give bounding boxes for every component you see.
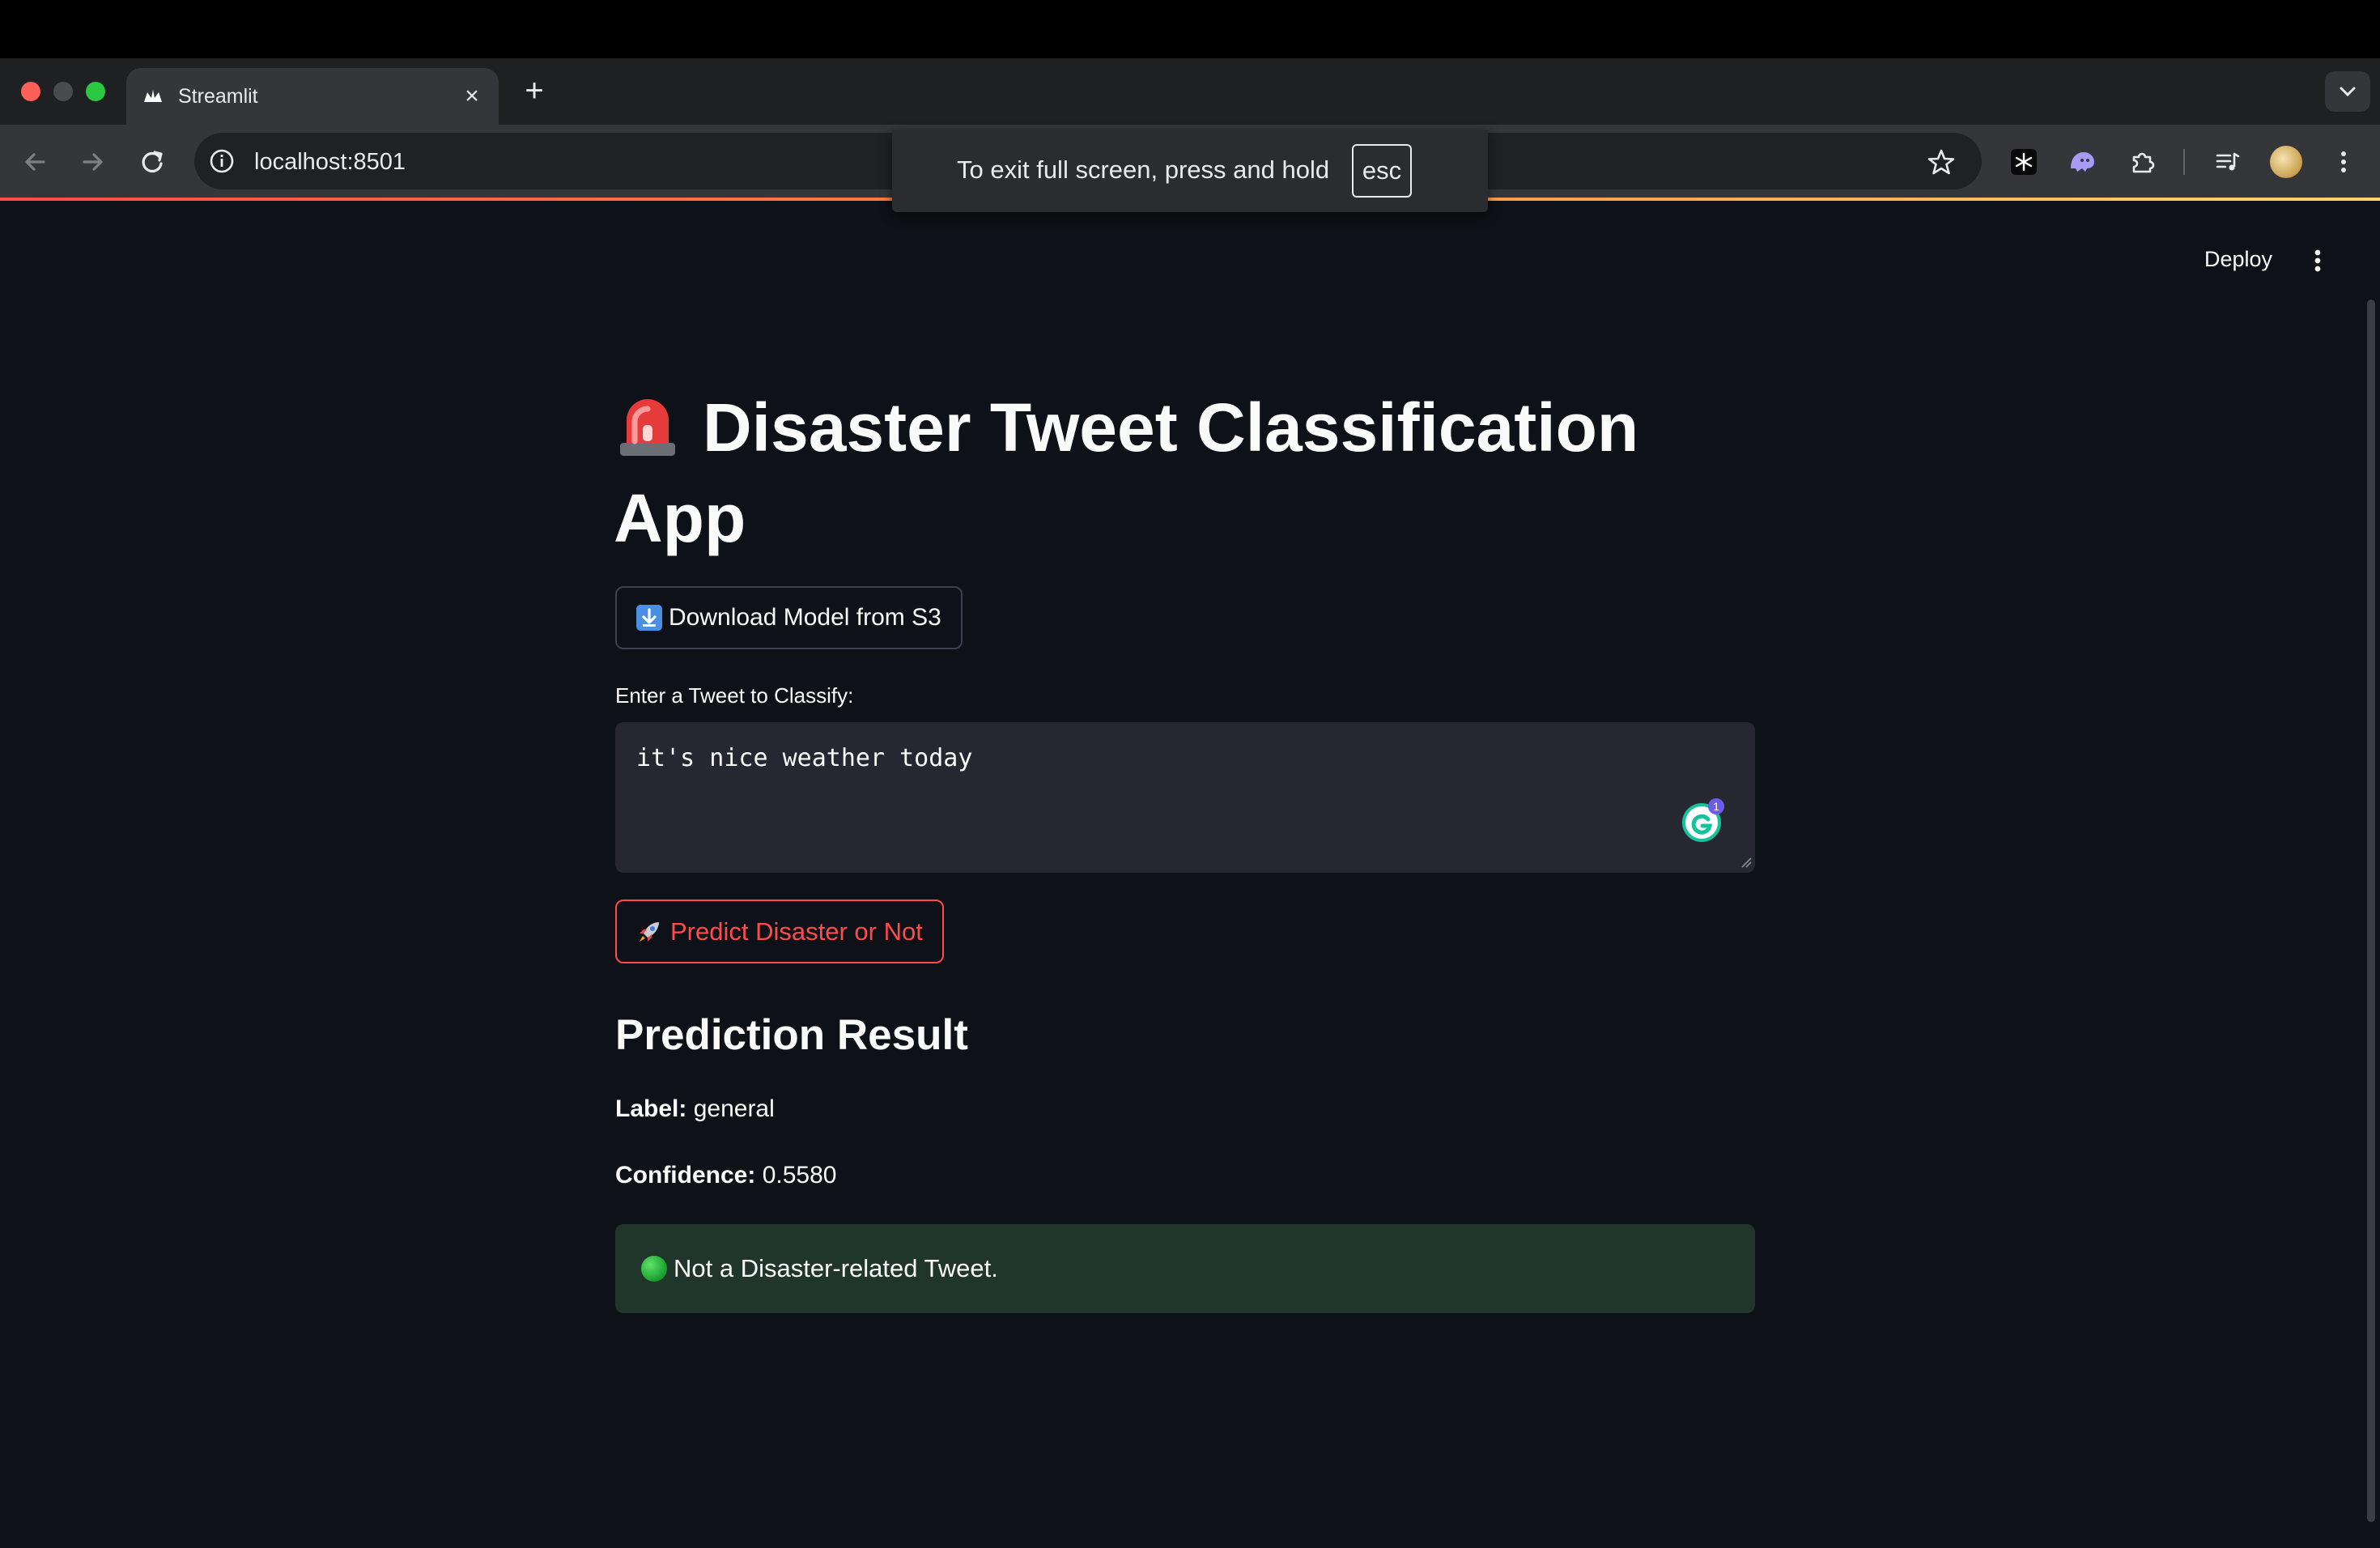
svg-text:1: 1: [1713, 800, 1719, 813]
chevron-down-icon: [2340, 87, 2356, 97]
textarea-resize-handle[interactable]: [1739, 855, 1752, 868]
page-scrollbar[interactable]: [2367, 300, 2375, 1522]
screen-top-bar: [0, 0, 2380, 58]
window-close-button[interactable]: [21, 82, 40, 101]
tab-search-button[interactable]: [2325, 71, 2370, 112]
window-minimize-button[interactable]: [53, 82, 73, 101]
streamlit-logo-icon: [144, 90, 162, 102]
prediction-result-heading: Prediction Result: [615, 1011, 968, 1059]
forward-icon[interactable]: [74, 144, 110, 180]
back-icon[interactable]: [18, 144, 53, 180]
tab-title: Streamlit: [178, 85, 258, 108]
media-control-icon[interactable]: [2210, 144, 2246, 180]
extension-icon[interactable]: [2124, 144, 2160, 180]
predict-label: Predict Disaster or Not: [670, 917, 923, 946]
siren-emoji-icon: [620, 399, 675, 456]
reload-icon[interactable]: [134, 144, 170, 180]
fullscreen-notice-text: To exit full screen, press and hold: [957, 155, 1330, 184]
site-info-icon[interactable]: [206, 145, 238, 177]
success-message: Not a Disaster-related Tweet.: [674, 1254, 998, 1282]
tweet-input-label: Enter a Tweet to Classify:: [615, 683, 854, 708]
label-value: general: [693, 1095, 775, 1122]
download-model-button[interactable]: Download Model from S3: [615, 586, 963, 649]
page-title-text: Disaster Tweet Classification App: [614, 389, 1639, 556]
url-text[interactable]: localhost:8501: [254, 147, 406, 176]
success-alert: Not a Disaster-related Tweet.: [615, 1224, 1755, 1313]
confidence-value: 0.5580: [762, 1162, 837, 1189]
browser-menu-icon[interactable]: [2331, 144, 2356, 180]
tab-close-icon[interactable]: ×: [458, 83, 486, 110]
deploy-button[interactable]: Deploy: [2186, 241, 2291, 277]
prediction-label-line: Label: general: [615, 1093, 775, 1125]
fullscreen-notice: To exit full screen, press and hold esc: [892, 130, 1488, 212]
bookmark-star-icon[interactable]: [1925, 146, 1957, 178]
page-title: Disaster Tweet Classification App: [614, 382, 1731, 563]
extension-ghost-icon[interactable]: [2064, 144, 2100, 180]
tweet-input[interactable]: it's nice weather today: [615, 722, 1755, 873]
download-model-label: Download Model from S3: [669, 604, 941, 631]
prediction-confidence-line: Confidence: 0.5580: [615, 1159, 836, 1192]
grammarly-icon[interactable]: 1: [1677, 795, 1729, 847]
label-key: Label:: [615, 1095, 687, 1122]
download-arrow-icon: [636, 605, 662, 631]
rocket-icon: [640, 921, 659, 942]
profile-avatar[interactable]: [2270, 146, 2302, 178]
new-tab-button[interactable]: +: [518, 74, 550, 107]
green-circle-icon: [641, 1256, 667, 1282]
window-fullscreen-button[interactable]: [86, 82, 105, 101]
browser-tab-active[interactable]: Streamlit ×: [126, 68, 499, 125]
extension-snowflake-icon[interactable]: [2006, 144, 2042, 180]
fullscreen-esc-key: esc: [1352, 144, 1412, 198]
confidence-key: Confidence:: [615, 1162, 756, 1189]
toolbar-separator: [2183, 149, 2185, 175]
predict-button[interactable]: Predict Disaster or Not: [615, 899, 944, 963]
main-menu-icon[interactable]: [2304, 243, 2331, 279]
